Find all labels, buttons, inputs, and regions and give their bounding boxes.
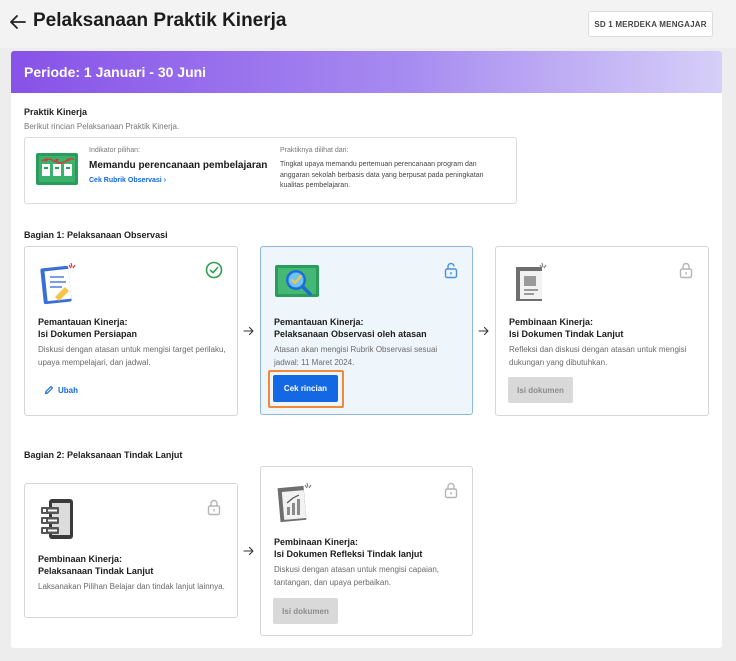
card-title-line2: Isi Dokumen Refleksi Tindak lanjut [274, 549, 423, 559]
edit-link-label: Ubah [58, 385, 78, 395]
indicator-label: Indikator pilihan: [89, 147, 140, 154]
card-description: Diskusi dengan atasan untuk mengisi targ… [38, 345, 226, 367]
card-description: Atasan akan mengisi Rubrik Observasi ses… [274, 345, 438, 367]
card-tindak-lanjut-doc[interactable]: Pembinaan Kinerja: Isi Dokumen Tindak La… [495, 246, 709, 416]
performance-board-icon [36, 153, 78, 185]
card-title-line1: Pembinaan Kinerja: [509, 317, 594, 327]
card-observasi[interactable]: Pemantauan Kinerja: Pelaksanaan Observas… [260, 246, 473, 415]
period-header: Periode: 1 Januari - 30 Juni [11, 51, 722, 93]
seen-from-label: Praktiknya dilihat dari: [280, 147, 349, 154]
fill-document-button-disabled: Isi dokumen [508, 377, 573, 403]
card-title-line1: Pemantauan Kinerja: [274, 317, 364, 327]
arrow-right-icon [478, 326, 489, 336]
card-title-line2: Pelaksanaan Tindak Lanjut [38, 566, 154, 576]
rubric-link[interactable]: Cek Rubrik Observasi › [89, 177, 166, 184]
completed-check-icon [205, 261, 223, 279]
checklist-phone-icon [41, 499, 73, 539]
main-panel: Periode: 1 Januari - 30 Juni Praktik Kin… [11, 51, 722, 648]
practice-title: Praktik Kinerja [24, 107, 88, 117]
lock-icon [679, 262, 693, 279]
lock-icon [207, 499, 221, 516]
check-details-button[interactable]: Cek rincian [273, 375, 338, 402]
arrow-right-icon [243, 326, 254, 336]
edit-link[interactable]: Ubah [44, 385, 78, 395]
indicator-box: Indikator pilihan: Memandu perencanaan p… [24, 137, 517, 204]
document-gray-icon [516, 262, 547, 301]
page-title: Pelaksanaan Praktik Kinerja [33, 10, 287, 31]
card-title-line2: Isi Dokumen Tindak Lanjut [509, 329, 624, 339]
report-chart-icon [277, 482, 312, 523]
school-button[interactable]: SD 1 MERDEKA MENGAJAR [588, 11, 713, 37]
fill-document-button-disabled: Isi dokumen [273, 598, 338, 624]
back-arrow-icon[interactable] [8, 12, 28, 32]
indicator-value: Memandu perencanaan pembelajaran [89, 160, 268, 171]
card-description: Refleksi dan diskusi dengan atasan untuk… [509, 345, 687, 367]
card-title-line1: Pemantauan Kinerja: [38, 317, 128, 327]
card-title-line2: Isi Dokumen Persiapan [38, 329, 138, 339]
document-clipboard-icon [40, 262, 76, 305]
card-description: Laksanakan Pilihan Belajar dan tindak la… [38, 582, 225, 591]
card-description: Diskusi dengan atasan untuk mengisi capa… [274, 565, 439, 587]
top-bar: Pelaksanaan Praktik Kinerja SD 1 MERDEKA… [0, 0, 736, 48]
unlocked-lock-icon [444, 262, 458, 279]
period-title: Periode: 1 Januari - 30 Juni [24, 64, 207, 80]
observation-magnifier-icon [275, 265, 319, 297]
card-persiapan[interactable]: Pemantauan Kinerja: Isi Dokumen Persiapa… [24, 246, 238, 416]
seen-from-text: Tingkat upaya memandu pertemuan perencan… [280, 161, 484, 189]
card-pelaksanaan-tindak-lanjut[interactable]: Pembinaan Kinerja: Pelaksanaan Tindak La… [24, 483, 238, 618]
card-title-line1: Pembinaan Kinerja: [38, 554, 123, 564]
card-title-line1: Pembinaan Kinerja: [274, 537, 359, 547]
section1-title: Bagian 1: Pelaksanaan Observasi [24, 230, 168, 240]
lock-icon [444, 482, 458, 499]
card-refleksi[interactable]: Pembinaan Kinerja: Isi Dokumen Refleksi … [260, 466, 473, 636]
practice-subtitle: Berikut rincian Pelaksanaan Praktik Kine… [24, 122, 180, 131]
arrow-right-icon [243, 546, 254, 556]
card-title-line2: Pelaksanaan Observasi oleh atasan [274, 329, 427, 339]
section2-title: Bagian 2: Pelaksanaan Tindak Lanjut [24, 450, 183, 460]
pencil-icon [44, 385, 54, 395]
